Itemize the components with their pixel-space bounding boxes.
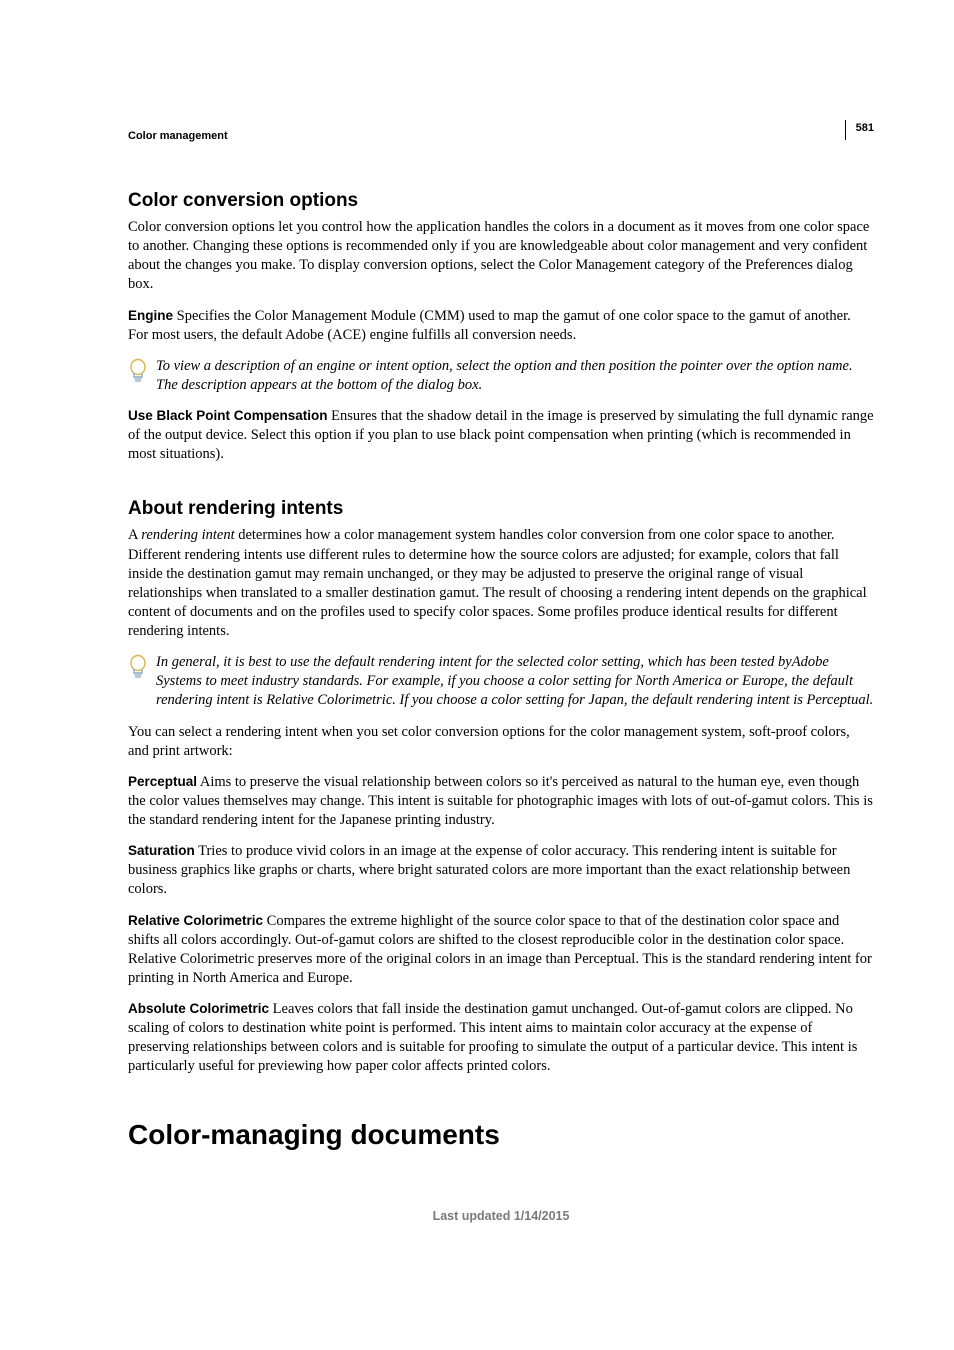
ri-text-b: determines how a color management system… — [128, 527, 867, 639]
definition-absolute-colorimetric: Absolute Colorimetric Leaves colors that… — [128, 1000, 874, 1077]
term-saturation: Saturation — [128, 843, 195, 858]
definition-saturation-text: Tries to produce vivid colors in an imag… — [128, 843, 850, 897]
definition-engine-text: Specifies the Color Management Module (C… — [128, 308, 851, 343]
heading-color-conversion-options: Color conversion options — [128, 190, 874, 212]
document-page: 581 Color management Color conversion op… — [0, 0, 954, 1283]
definition-perceptual-text: Aims to preserve the visual relationship… — [128, 774, 873, 828]
heading-color-managing-documents: Color-managing documents — [128, 1119, 874, 1151]
tip-text: In general, it is best to use the defaul… — [156, 653, 874, 710]
definition-relative-colorimetric: Relative Colorimetric Compares the extre… — [128, 912, 874, 989]
heading-rendering-intents: About rendering intents — [128, 498, 874, 520]
lightbulb-icon — [128, 357, 156, 384]
paragraph-ri-select: You can select a rendering intent when y… — [128, 723, 874, 761]
page-number: 581 — [845, 120, 874, 140]
term-perceptual: Perceptual — [128, 774, 197, 789]
definition-bpc: Use Black Point Compensation Ensures tha… — [128, 407, 874, 464]
footer-updated: Last updated 1/14/2015 — [128, 1209, 874, 1223]
definition-saturation: Saturation Tries to produce vivid colors… — [128, 842, 874, 899]
tip-block: To view a description of an engine or in… — [128, 357, 874, 395]
breadcrumb: Color management — [128, 130, 874, 142]
tip-text: To view a description of an engine or in… — [156, 357, 874, 395]
paragraph-ri-intro: A rendering intent determines how a colo… — [128, 526, 874, 641]
ri-em: rendering intent — [141, 527, 234, 543]
paragraph-intro: Color conversion options let you control… — [128, 218, 874, 295]
term-engine: Engine — [128, 308, 173, 323]
term-absolute-colorimetric: Absolute Colorimetric — [128, 1001, 269, 1016]
lightbulb-icon — [128, 653, 156, 680]
definition-perceptual: Perceptual Aims to preserve the visual r… — [128, 773, 874, 830]
definition-engine: Engine Specifies the Color Management Mo… — [128, 307, 874, 345]
ri-text-a: A — [128, 527, 141, 543]
term-bpc: Use Black Point Compensation — [128, 408, 328, 423]
term-relative-colorimetric: Relative Colorimetric — [128, 913, 263, 928]
tip-block: In general, it is best to use the defaul… — [128, 653, 874, 710]
